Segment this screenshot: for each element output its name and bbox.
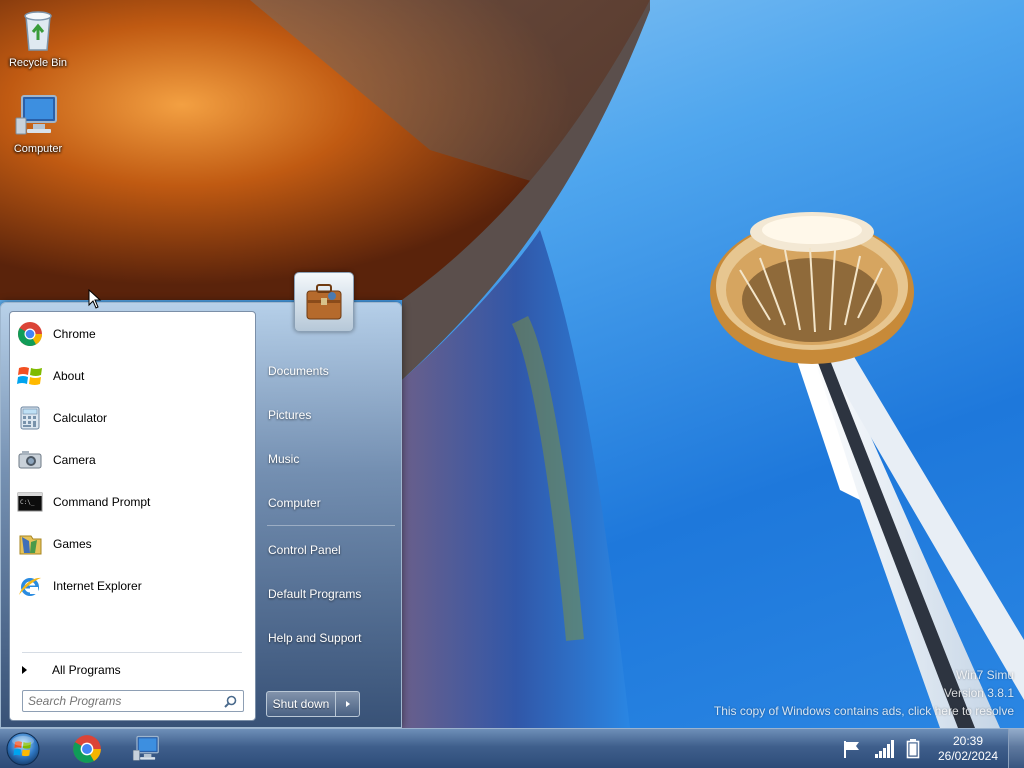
- start-button[interactable]: [4, 731, 42, 767]
- program-label: Games: [53, 537, 92, 551]
- desktop-icon-label: Recycle Bin: [8, 57, 68, 69]
- program-label: Internet Explorer: [53, 579, 142, 593]
- start-link-control-panel[interactable]: Control Panel: [268, 543, 341, 557]
- calculator-icon: [16, 404, 44, 432]
- taskbar-clock[interactable]: 20:39 26/02/2024: [926, 734, 1010, 764]
- program-label: Chrome: [53, 327, 96, 341]
- start-link-help-support[interactable]: Help and Support: [268, 631, 361, 645]
- recycle-bin-icon: [14, 6, 62, 54]
- taskbar-chrome-button[interactable]: [60, 731, 114, 767]
- program-label: Camera: [53, 453, 96, 467]
- watermark-notice[interactable]: This copy of Windows contains ads, click…: [714, 702, 1014, 720]
- program-label: Calculator: [53, 411, 108, 425]
- program-about[interactable]: About: [16, 356, 250, 396]
- clock-time: 20:39: [952, 734, 984, 748]
- taskbar: 20:39 26/02/2024: [0, 728, 1024, 768]
- program-label: About: [53, 369, 85, 383]
- start-link-pictures[interactable]: Pictures: [268, 408, 311, 422]
- internet-explorer-icon: [16, 572, 44, 600]
- chrome-icon: [16, 320, 44, 348]
- program-games[interactable]: Games: [16, 524, 250, 564]
- all-programs-button[interactable]: All Programs: [18, 658, 248, 682]
- watermark-version: Version 3.8.1: [943, 686, 1014, 700]
- arrow-right-icon: [345, 701, 350, 707]
- arrow-right-icon: [22, 666, 27, 674]
- start-link-default-programs[interactable]: Default Programs: [268, 587, 361, 601]
- search-programs-box[interactable]: [22, 690, 244, 712]
- start-link-documents[interactable]: Documents: [268, 364, 329, 378]
- search-icon[interactable]: [224, 695, 237, 711]
- taskbar-computer-button[interactable]: [120, 731, 174, 767]
- separator: [22, 652, 242, 653]
- command-prompt-icon: C:\_: [16, 488, 44, 516]
- program-command-prompt[interactable]: C:\_ Command Prompt: [16, 482, 250, 522]
- games-icon: [16, 530, 44, 558]
- shutdown-button[interactable]: Shut down: [266, 691, 336, 717]
- watermark-title: Win7 Simu: [955, 668, 1014, 682]
- clock-date: 26/02/2024: [937, 749, 999, 763]
- start-menu: Chrome About Calculator Camera C:\_ Comm…: [0, 302, 402, 728]
- action-center-flag-icon[interactable]: [842, 739, 862, 762]
- desktop-icon-label: Computer: [13, 143, 63, 155]
- separator: [267, 525, 395, 526]
- computer-icon: [132, 735, 159, 761]
- chrome-icon: [73, 735, 101, 763]
- desktop-icon-recycle-bin[interactable]: Recycle Bin: [0, 6, 76, 69]
- camera-icon: [16, 446, 44, 474]
- svg-text:C:\_: C:\_: [20, 499, 35, 506]
- computer-icon: [14, 92, 62, 140]
- program-chrome[interactable]: Chrome: [16, 314, 250, 354]
- desktop-icon-computer[interactable]: Computer: [0, 92, 76, 155]
- start-menu-programs-pane: Chrome About Calculator Camera C:\_ Comm…: [9, 311, 256, 721]
- battery-icon[interactable]: [906, 739, 920, 762]
- show-desktop-button[interactable]: [1008, 729, 1024, 768]
- shutdown-group: Shut down: [266, 691, 360, 717]
- start-link-computer[interactable]: Computer: [268, 496, 321, 510]
- program-calculator[interactable]: Calculator: [16, 398, 250, 438]
- shutdown-options-button[interactable]: [336, 691, 360, 717]
- windows-orb-icon: [6, 732, 40, 766]
- program-label: Command Prompt: [53, 495, 151, 509]
- briefcase-icon: [306, 284, 342, 320]
- search-programs-input[interactable]: [23, 694, 213, 708]
- user-account-picture[interactable]: [294, 272, 354, 332]
- network-signal-icon[interactable]: [874, 739, 896, 762]
- mouse-cursor-icon: [88, 288, 102, 312]
- start-link-music[interactable]: Music: [268, 452, 299, 466]
- activation-watermark[interactable]: Win7 Simu Version 3.8.1 This copy of Win…: [714, 666, 1014, 720]
- windows-logo-icon: [16, 362, 44, 390]
- all-programs-label: All Programs: [52, 663, 121, 677]
- program-camera[interactable]: Camera: [16, 440, 250, 480]
- program-internet-explorer[interactable]: Internet Explorer: [16, 566, 250, 606]
